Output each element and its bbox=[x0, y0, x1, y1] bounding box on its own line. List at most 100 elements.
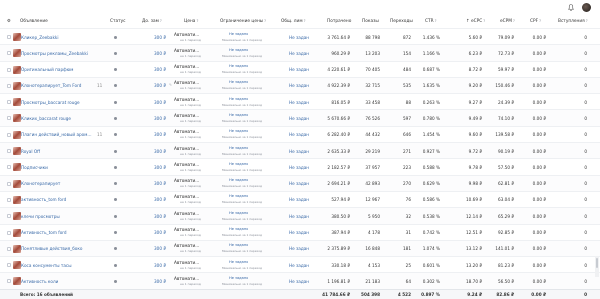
strategy-name[interactable]: Автомати... bbox=[174, 178, 199, 183]
strategy-name[interactable]: Автомати... bbox=[174, 97, 199, 102]
strategy-name[interactable]: Автомати... bbox=[174, 162, 199, 167]
price-limit-link[interactable]: Не задано bbox=[229, 113, 248, 118]
bid-link[interactable]: 300 ₽ bbox=[154, 263, 166, 268]
budget-link[interactable]: Не задан bbox=[289, 67, 309, 72]
budget-link[interactable]: Не задан bbox=[289, 263, 309, 268]
col-budget[interactable]: Общ. лим? bbox=[281, 19, 306, 24]
bid-link[interactable]: 300 ₽ bbox=[154, 230, 166, 235]
bid-link[interactable]: 300 ₽ bbox=[154, 100, 166, 105]
col-spent[interactable]: Потрачено bbox=[327, 19, 351, 24]
budget-link[interactable]: Не задан bbox=[289, 149, 309, 154]
table-row[interactable]: клечи просмотры 300 ₽ Автомати... не 1 пере… bbox=[0, 207, 600, 224]
table-row[interactable]: Коса консументы тасы 300 ₽ Автомати... не 1… bbox=[0, 256, 600, 272]
row-checkbox[interactable] bbox=[7, 165, 11, 170]
table-row[interactable]: Активность_tom ford 300 ₽ Автомати... не 1 … bbox=[0, 223, 600, 240]
ad-name-link[interactable]: Royal Off bbox=[21, 149, 93, 154]
scrollbar[interactable] bbox=[595, 256, 599, 277]
ad-name-link[interactable]: Плагин действий_новый ароматбокс bbox=[21, 132, 93, 137]
ad-name-link[interactable]: Подписчики bbox=[21, 165, 93, 170]
table-row[interactable]: Активность коли 300 ₽ Автомати... не 1 пере… bbox=[0, 272, 600, 289]
table-row[interactable]: Подписчики 300 ₽ Автомати... не 1 переход Не… bbox=[0, 158, 600, 174]
col-ecpm[interactable]: eCPM? bbox=[500, 19, 515, 24]
ad-name-link[interactable]: Оригинальный парфюм bbox=[21, 67, 93, 72]
col-bid[interactable]: До. зам? bbox=[142, 19, 162, 24]
budget-link[interactable]: Не задан bbox=[289, 230, 309, 235]
price-limit-link[interactable]: Не задано bbox=[229, 227, 248, 232]
table-row[interactable]: Кликер_Zeebakki 300 ₽ Автомати... не 1 пере… bbox=[0, 28, 600, 44]
price-limit-link[interactable]: Не задано bbox=[229, 32, 248, 37]
row-checkbox[interactable] bbox=[7, 230, 11, 235]
budget-link[interactable]: Не задан bbox=[289, 132, 309, 137]
scrollbar-thumb[interactable] bbox=[596, 258, 598, 268]
table-row[interactable]: Клонотерапирует 300 ₽ Автомати... не 1 пере… bbox=[0, 174, 600, 191]
ad-name-link[interactable]: Просмотры_baccarat rouge bbox=[21, 100, 93, 105]
price-limit-link[interactable]: Не задано bbox=[229, 211, 248, 216]
strategy-name[interactable]: Автомати... bbox=[174, 194, 199, 199]
price-limit-link[interactable]: Не задано bbox=[229, 243, 248, 248]
budget-link[interactable]: Не задан bbox=[289, 116, 309, 121]
budget-link[interactable]: Не задан bbox=[289, 214, 309, 219]
price-limit-link[interactable]: Не задано bbox=[229, 146, 248, 151]
bid-link[interactable]: 300 ₽ bbox=[154, 246, 166, 251]
strategy-name[interactable]: Автомати... bbox=[174, 227, 199, 232]
budget-link[interactable]: Не задан bbox=[289, 197, 309, 202]
strategy-name[interactable]: Автомати... bbox=[174, 113, 199, 118]
row-checkbox[interactable] bbox=[7, 197, 11, 202]
bid-link[interactable]: 300 ₽ bbox=[154, 279, 166, 284]
table-row[interactable]: Оригинальный парфюм 300 ₽ Автомати... не 1 … bbox=[0, 60, 600, 77]
strategy-name[interactable]: Автомати... bbox=[174, 129, 199, 134]
row-checkbox[interactable] bbox=[7, 116, 11, 121]
price-limit-link[interactable]: Не задано bbox=[229, 162, 248, 167]
bid-link[interactable]: 300 ₽ bbox=[154, 197, 166, 202]
strategy-name[interactable]: Автомати... bbox=[174, 32, 199, 37]
row-checkbox[interactable] bbox=[7, 263, 11, 268]
strategy-name[interactable]: Автомати... bbox=[174, 211, 199, 216]
ad-name-link[interactable]: Клонотерапирует_Tom Ford bbox=[21, 83, 93, 88]
bid-link[interactable]: 300 ₽ bbox=[154, 51, 166, 56]
price-limit-link[interactable]: Не задано bbox=[229, 129, 248, 134]
strategy-name[interactable]: Автомати... bbox=[174, 48, 199, 53]
ad-name-link[interactable]: Активность_tom ford bbox=[21, 230, 93, 235]
budget-link[interactable]: Не задан bbox=[289, 246, 309, 251]
bid-link[interactable]: 300 ₽ bbox=[154, 214, 166, 219]
col-ctr[interactable]: CTR? bbox=[425, 19, 437, 24]
price-limit-link[interactable]: Не задано bbox=[229, 97, 248, 102]
row-checkbox[interactable] bbox=[7, 67, 11, 72]
table-row[interactable]: Просмотры_baccarat rouge 300 ₽ Автомати...… bbox=[0, 93, 600, 109]
row-checkbox[interactable] bbox=[7, 132, 11, 137]
settings-gear-icon[interactable]: ⚙ bbox=[7, 19, 11, 24]
row-checkbox[interactable] bbox=[7, 181, 11, 186]
price-limit-link[interactable]: Не задано bbox=[229, 64, 248, 69]
strategy-name[interactable]: Автомати... bbox=[174, 80, 199, 85]
col-impressions[interactable]: Показы bbox=[362, 19, 379, 24]
avatar[interactable] bbox=[582, 3, 591, 12]
strategy-name[interactable]: Автомати... bbox=[174, 243, 199, 248]
col-cpf[interactable]: CPF? bbox=[530, 19, 541, 24]
budget-link[interactable]: Не задан bbox=[289, 165, 309, 170]
table-row[interactable]: Клонотерапирует_Tom Ford 11 300 ₽ ✎ Автомати… bbox=[0, 76, 600, 94]
budget-link[interactable]: Не задан bbox=[289, 51, 309, 56]
col-ecpc[interactable]: ↑ eCPC? bbox=[466, 19, 485, 24]
table-row[interactable]: Понятливые действия_боко 300 ₽ Автомати...… bbox=[0, 239, 600, 257]
ad-name-link[interactable]: клечи просмотры bbox=[21, 214, 93, 219]
bid-link[interactable]: 300 ₽ bbox=[154, 35, 166, 40]
col-status[interactable]: Статус bbox=[110, 19, 126, 24]
col-clicks[interactable]: Переходы bbox=[390, 19, 413, 24]
bid-link[interactable]: 300 ₽ bbox=[154, 67, 166, 72]
budget-link[interactable]: Не задан bbox=[289, 35, 309, 40]
row-checkbox[interactable] bbox=[7, 149, 11, 154]
table-row[interactable]: Просмотры рекламы_Zeebakki 300 ₽ Автомати.… bbox=[0, 44, 600, 61]
bell-icon[interactable] bbox=[568, 4, 574, 11]
table-row[interactable]: активность_tom ford 300 ₽ Автомати... не 1 … bbox=[0, 190, 600, 207]
ad-name-link[interactable]: Кликих_baccarat rouge bbox=[21, 116, 93, 121]
bid-link[interactable]: 300 ₽ bbox=[154, 116, 166, 121]
price-limit-link[interactable]: Не задано bbox=[229, 80, 248, 85]
strategy-name[interactable]: Автомати... bbox=[174, 64, 199, 69]
table-row[interactable]: Royal Off 300 ₽ Автомати... не 1 переход Не … bbox=[0, 142, 600, 159]
row-checkbox[interactable] bbox=[7, 214, 11, 219]
budget-link[interactable]: Не задан bbox=[289, 83, 309, 88]
strategy-name[interactable]: Автомати... bbox=[174, 260, 199, 265]
col-ad[interactable]: Объявление bbox=[20, 19, 48, 24]
table-row[interactable]: Плагин действий_новый ароматбокс 11 300 ₽ А… bbox=[0, 125, 600, 142]
ad-name-link[interactable]: Клонотерапирует bbox=[21, 181, 93, 186]
